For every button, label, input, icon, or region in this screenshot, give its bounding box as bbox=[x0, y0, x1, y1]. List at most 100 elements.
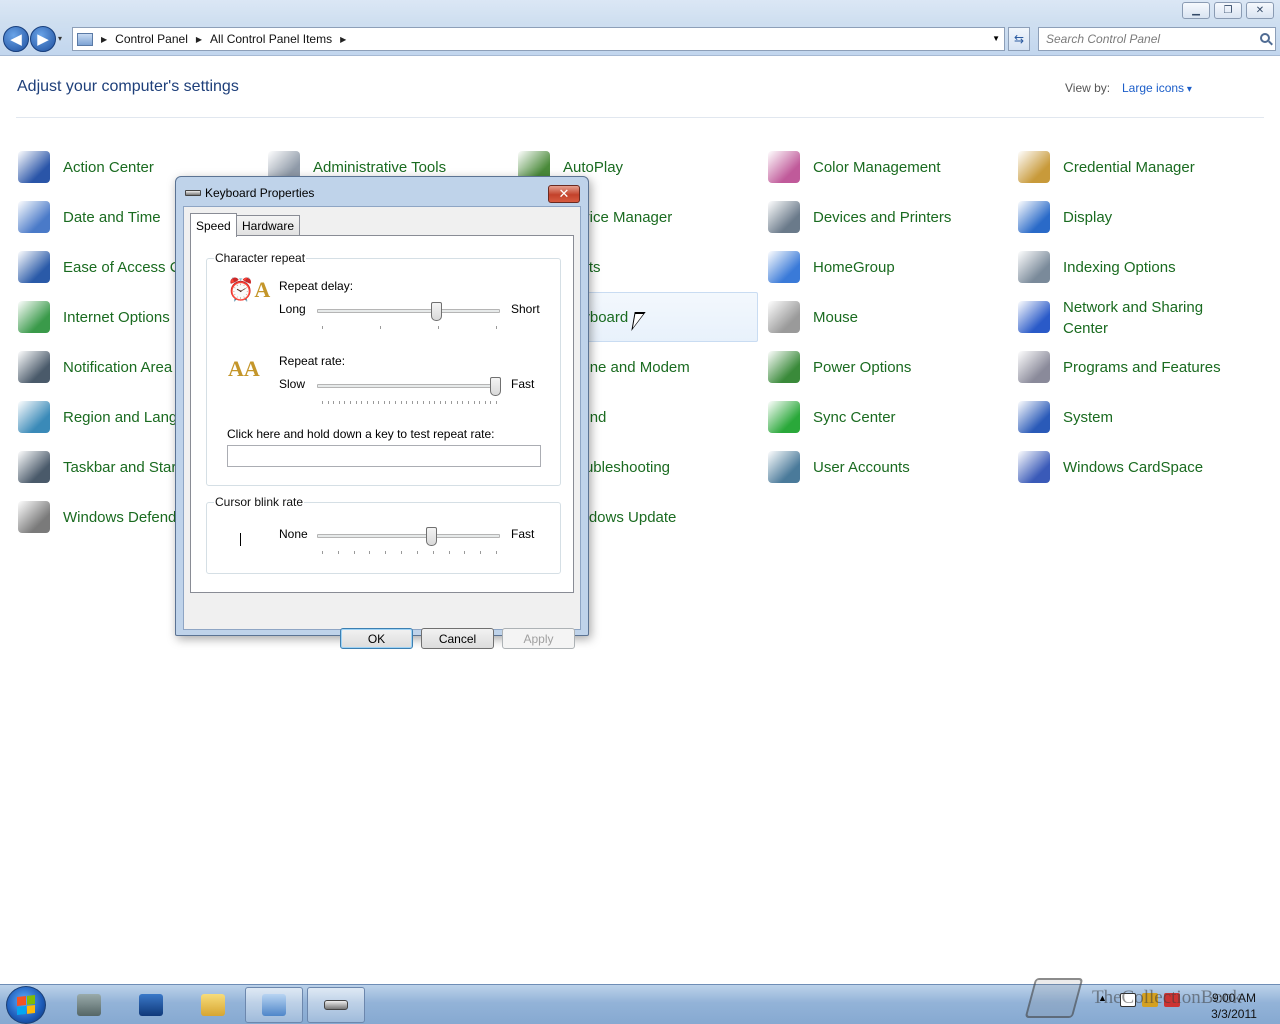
slider-tick bbox=[369, 551, 371, 554]
breadcrumb-arrow-icon[interactable]: ▶ bbox=[196, 35, 202, 44]
slider-tick bbox=[337, 551, 339, 554]
item-system[interactable]: System bbox=[1018, 394, 1258, 440]
cancel-button[interactable]: Cancel bbox=[421, 628, 494, 649]
slider-tick bbox=[432, 551, 434, 554]
address-dropdown-icon[interactable]: ▼ bbox=[992, 34, 1000, 43]
repeat-rate-icon: AA bbox=[228, 356, 260, 381]
item-label: Display bbox=[1063, 208, 1113, 226]
slider-tick bbox=[322, 326, 323, 329]
restore-button[interactable]: ❐ bbox=[1214, 2, 1242, 19]
server-manager-icon bbox=[77, 994, 101, 1016]
taskbar-clock[interactable]: 9:00 AM 3/3/2011 bbox=[1194, 990, 1274, 1022]
slider-tick bbox=[490, 401, 492, 404]
cursor-blink-ticks bbox=[322, 551, 497, 555]
item-label: Mouse bbox=[813, 308, 859, 326]
item-mouse[interactable]: Mouse bbox=[768, 294, 998, 340]
item-sync-center[interactable]: Sync Center bbox=[768, 394, 998, 440]
slider-tick bbox=[333, 401, 335, 404]
address-bar[interactable]: ▶ Control Panel ▶ All Control Panel Item… bbox=[72, 27, 1005, 51]
repeat-rate-track bbox=[317, 384, 500, 388]
item-indexing-options[interactable]: Indexing Options bbox=[1018, 244, 1258, 290]
windows-logo-icon bbox=[17, 995, 35, 1015]
repeat-delay-slider[interactable] bbox=[431, 302, 443, 321]
item-windows-cardspace[interactable]: Windows CardSpace bbox=[1018, 444, 1258, 490]
tab-hardware[interactable]: Hardware bbox=[236, 215, 301, 235]
search-box[interactable] bbox=[1038, 27, 1276, 51]
repeat-delay-icon: ⏰A bbox=[227, 277, 271, 302]
slider-tick bbox=[467, 401, 469, 404]
flag-icon bbox=[18, 151, 50, 183]
slider-tick bbox=[411, 401, 413, 404]
item-homegroup[interactable]: HomeGroup bbox=[768, 244, 998, 290]
clock-time: 9:00 AM bbox=[1211, 991, 1257, 1005]
breadcrumb-control-panel[interactable]: Control Panel bbox=[115, 32, 188, 46]
item-power-options[interactable]: Power Options bbox=[768, 344, 998, 390]
dialog-title: Keyboard Properties bbox=[205, 186, 315, 200]
item-user-accounts[interactable]: User Accounts bbox=[768, 444, 998, 490]
sync-icon bbox=[768, 401, 800, 433]
item-label: Color Management bbox=[813, 158, 941, 176]
slider-tick bbox=[428, 401, 430, 404]
item-devices-and-printers[interactable]: Devices and Printers bbox=[768, 194, 998, 240]
repeat-rate-ticks bbox=[322, 401, 497, 405]
repeat-delay-track bbox=[317, 309, 500, 313]
test-repeat-input[interactable] bbox=[227, 445, 541, 467]
slider-tick bbox=[462, 401, 464, 404]
slider-tick bbox=[417, 401, 419, 404]
item-label: Network and Sharing Center bbox=[1063, 299, 1204, 337]
ease-of-access-icon bbox=[18, 251, 50, 283]
breadcrumb-arrow-icon[interactable]: ▶ bbox=[101, 35, 107, 44]
printer-icon bbox=[768, 201, 800, 233]
users-icon bbox=[768, 451, 800, 483]
item-label: Programs and Features bbox=[1063, 358, 1221, 376]
slider-tick bbox=[366, 401, 368, 404]
view-by-dropdown[interactable]: Large icons bbox=[1122, 81, 1192, 95]
item-label: Windows CardSpace bbox=[1063, 458, 1204, 476]
taskbar-keyboard-properties[interactable] bbox=[307, 987, 365, 1023]
start-button[interactable] bbox=[6, 986, 46, 1024]
back-button[interactable]: ◀ bbox=[3, 26, 29, 52]
repeat-rate-label: Repeat rate: bbox=[279, 354, 346, 368]
clock-date: 3/3/2011 bbox=[1211, 1007, 1257, 1021]
color-management-icon bbox=[768, 151, 800, 183]
slider-tick bbox=[361, 401, 363, 404]
item-credential-manager[interactable]: Credential Manager bbox=[1018, 144, 1258, 190]
repeat-rate-slider[interactable] bbox=[490, 377, 501, 396]
homegroup-icon bbox=[768, 251, 800, 283]
item-programs-and-features[interactable]: Programs and Features bbox=[1018, 344, 1258, 390]
taskbar-control-panel[interactable] bbox=[245, 987, 303, 1023]
indexing-icon bbox=[1018, 251, 1050, 283]
cursor-blink-slider[interactable] bbox=[425, 527, 437, 546]
refresh-button[interactable]: ⇆ bbox=[1008, 27, 1030, 51]
forward-button[interactable]: ▶ bbox=[30, 26, 56, 52]
close-window-button[interactable]: ✕ bbox=[1246, 2, 1274, 19]
breadcrumb-all-items[interactable]: All Control Panel Items bbox=[210, 32, 332, 46]
blink-min-label: None bbox=[279, 527, 308, 541]
apply-button[interactable]: Apply bbox=[502, 628, 575, 649]
item-color-management[interactable]: Color Management bbox=[768, 144, 998, 190]
item-label: System bbox=[1063, 408, 1114, 426]
tab-speed[interactable]: Speed bbox=[190, 213, 237, 237]
search-icon[interactable] bbox=[1260, 33, 1270, 43]
taskbar-server-manager[interactable] bbox=[60, 987, 118, 1023]
minimize-button[interactable]: ▁ bbox=[1182, 2, 1210, 19]
taskbar-powershell[interactable] bbox=[122, 987, 180, 1023]
dialog-close-button[interactable]: ✕ bbox=[548, 185, 580, 203]
speed-tab-panel: Character repeat ⏰A Repeat delay: Long S… bbox=[190, 235, 574, 593]
item-network-and-sharing[interactable]: Network and Sharing Center bbox=[1018, 294, 1258, 340]
item-display[interactable]: Display bbox=[1018, 194, 1258, 240]
slider-tick bbox=[380, 326, 381, 329]
breadcrumb-arrow-icon[interactable]: ▶ bbox=[340, 35, 346, 44]
taskbar-explorer[interactable] bbox=[184, 987, 242, 1023]
search-input[interactable] bbox=[1046, 32, 1246, 46]
ok-button[interactable]: OK bbox=[340, 628, 413, 649]
test-repeat-label: Click here and hold down a key to test r… bbox=[227, 427, 495, 441]
slider-tick bbox=[416, 551, 418, 554]
recent-pages-dropdown[interactable]: ▾ bbox=[58, 34, 62, 43]
notification-icon bbox=[18, 351, 50, 383]
slider-tick bbox=[496, 551, 497, 554]
keyboard-icon bbox=[185, 190, 201, 196]
item-label: AutoPlay bbox=[563, 158, 624, 176]
powershell-icon bbox=[139, 994, 163, 1016]
delay-min-label: Long bbox=[279, 302, 306, 316]
